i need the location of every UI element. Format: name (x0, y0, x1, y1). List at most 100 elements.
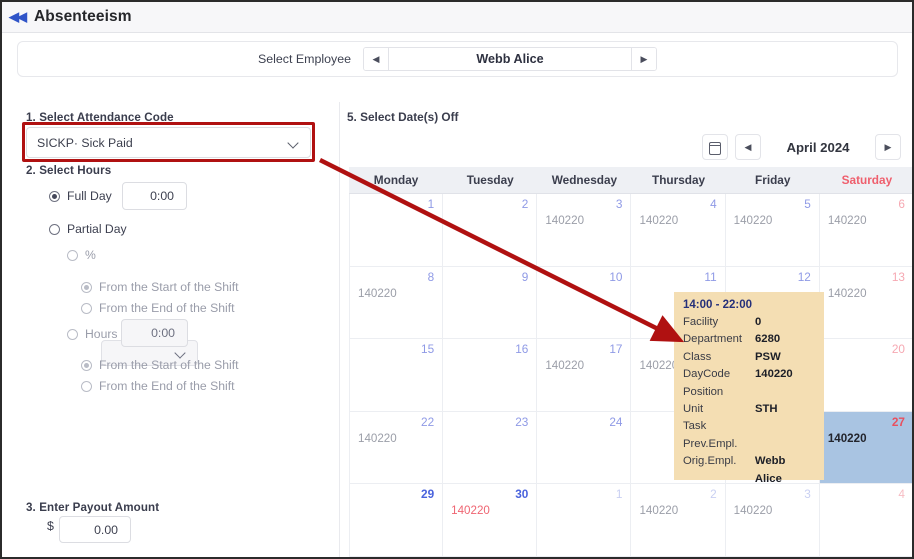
tooltip-key: Facility (683, 316, 719, 328)
day-number: 9 (521, 269, 529, 284)
calendar-day-cell[interactable]: 30 140220 (443, 484, 538, 557)
pct-from-end-radio[interactable] (81, 302, 92, 314)
tooltip-value: PSW (755, 350, 781, 363)
calendar-day-cell[interactable]: 4 140220 (631, 194, 726, 267)
tooltip-rows: Facility 0 Department 6280 Class PSW DayCode 14… (683, 314, 815, 488)
attendance-code-select[interactable]: SICKP· Sick Paid (26, 127, 311, 158)
day-number: 20 (891, 342, 905, 357)
tooltip-key: DayCode (683, 368, 731, 381)
tooltip-key: Class (683, 350, 712, 363)
hours-radio-row[interactable]: Hours (67, 327, 118, 341)
calendar-day-cell[interactable]: 15 (349, 339, 444, 412)
calendar-day-cell[interactable]: 16 (443, 339, 538, 412)
day-of-week-header: Saturday (819, 167, 912, 194)
today-calendar-button[interactable] (702, 134, 728, 160)
calendar-day-cell[interactable]: 23 (443, 411, 538, 485)
calendar-day-cell[interactable]: 3 140220 (725, 484, 820, 557)
calendar-day-cell[interactable]: 13 140220 (819, 266, 912, 340)
pct-from-start-radio[interactable] (81, 281, 92, 293)
calendar-day-cell[interactable]: 24 (537, 411, 632, 485)
tooltip-key: Task (683, 420, 707, 433)
day-code: 140220 (639, 504, 679, 518)
calendar-day-cell[interactable]: 27 140220 (819, 411, 912, 485)
calendar-day-cell[interactable]: 8 140220 (349, 266, 444, 340)
title-bar: ◀◀ Absenteeism (2, 2, 912, 33)
tooltip-row: Task (683, 418, 815, 435)
hrs-from-end-radio-row[interactable]: From the End of the Shift (81, 379, 235, 393)
absence-form-panel: 1. Select Attendance Code SICKP· Sick Pa… (17, 102, 340, 557)
calendar-day-cell[interactable]: 22 140220 (349, 411, 444, 485)
day-code: 140220 (639, 359, 679, 373)
day-number: 8 (427, 269, 435, 284)
tooltip-value: Webb Alice (754, 455, 786, 485)
step2-label: 2. Select Hours (26, 164, 112, 177)
chevron-down-icon (288, 137, 300, 149)
calendar-day-cell[interactable]: 10 (537, 266, 632, 340)
attendance-code-select-wrapper: SICKP· Sick Paid (26, 127, 311, 158)
day-code: 140220 (639, 214, 679, 227)
hrs-from-end-label: From the End of the Shift (99, 379, 235, 393)
full-day-hours-input[interactable]: 0:00 (122, 182, 187, 210)
tooltip-row: Position (683, 384, 815, 401)
pct-from-end-radio-row[interactable]: From the End of the Shift (81, 301, 235, 315)
month-label: April 2024 (786, 139, 850, 155)
next-month-button[interactable]: ▶ (875, 134, 901, 160)
calendar-day-cell[interactable]: 2 140220 (631, 484, 726, 557)
full-day-label: Full Day (67, 189, 112, 203)
day-number: 6 (898, 197, 905, 211)
day-code: 140220 (545, 359, 585, 373)
calendar-day-cell[interactable]: 3 140220 (537, 194, 632, 267)
full-day-radio[interactable] (49, 190, 60, 202)
day-number: 2 (710, 487, 717, 502)
next-employee-button[interactable]: ▶ (630, 48, 656, 70)
day-code: 140220 (733, 214, 773, 227)
prev-month-button[interactable]: ◀ (735, 134, 761, 160)
tooltip-row: Facility 0 (683, 314, 815, 331)
percent-radio-row[interactable]: % (67, 248, 96, 262)
pct-from-end-label: From the End of the Shift (99, 301, 235, 315)
calendar-navigation: ◀ April 2024 ▶ (702, 134, 901, 160)
calendar-day-cell[interactable]: 17 140220 (537, 339, 632, 412)
hours-radio[interactable] (67, 328, 78, 340)
day-number: 13 (891, 269, 905, 284)
attendance-code-value: SICKP· Sick Paid (37, 135, 133, 150)
selected-employee-value[interactable]: Webb Alice (388, 52, 631, 66)
calendar-day-cell[interactable]: 29 (349, 484, 444, 557)
tooltip-value: 140220 (755, 368, 793, 381)
calendar-day-cell[interactable]: 2 (443, 194, 538, 267)
employee-picker: ◀ Webb Alice ▶ (362, 47, 657, 71)
calendar-day-cell[interactable]: 1 (349, 194, 444, 267)
hrs-from-start-radio[interactable] (81, 359, 92, 371)
calendar-day-cell[interactable]: 6 140220 (819, 194, 912, 267)
hrs-from-end-radio[interactable] (81, 380, 92, 392)
partial-day-radio[interactable] (49, 223, 60, 235)
calendar-day-cell[interactable]: 1 (537, 484, 632, 557)
day-number: 17 (609, 342, 623, 357)
tooltip-value: 0 (755, 316, 762, 328)
tooltip-value: STH (755, 403, 778, 416)
payout-amount-input[interactable]: 0.00 (59, 516, 131, 543)
day-code: 140220 (358, 286, 397, 300)
tooltip-row: Class PSW (683, 349, 815, 366)
day-number: 11 (704, 269, 717, 284)
partial-day-radio-row[interactable]: Partial Day (49, 222, 127, 236)
calendar-day-cell[interactable]: 5 140220 (725, 194, 820, 267)
calendar-day-cell[interactable]: 9 (443, 266, 538, 340)
day-number: 30 (515, 487, 529, 502)
prev-employee-button[interactable]: ◀ (363, 48, 389, 70)
hrs-from-start-radio-row[interactable]: From the Start of the Shift (81, 358, 239, 372)
day-number: 5 (804, 197, 811, 211)
percent-radio[interactable] (67, 249, 78, 261)
day-number: 1 (615, 487, 623, 502)
percent-label: % (85, 248, 96, 262)
tooltip-value: 6280 (755, 333, 781, 346)
day-code: 140220 (358, 431, 397, 445)
calendar-day-cell[interactable]: 20 (819, 339, 912, 412)
pct-from-start-radio-row[interactable]: From the Start of the Shift (81, 280, 239, 294)
hours-input[interactable]: 0:00 (121, 319, 188, 347)
select-employee-label: Select Employee (258, 52, 351, 66)
day-number: 23 (515, 414, 529, 429)
full-day-radio-row[interactable]: Full Day (49, 189, 112, 203)
double-chevron-left-icon[interactable]: ◀◀ (2, 9, 32, 25)
calendar-day-cell[interactable]: 4 (819, 484, 912, 557)
